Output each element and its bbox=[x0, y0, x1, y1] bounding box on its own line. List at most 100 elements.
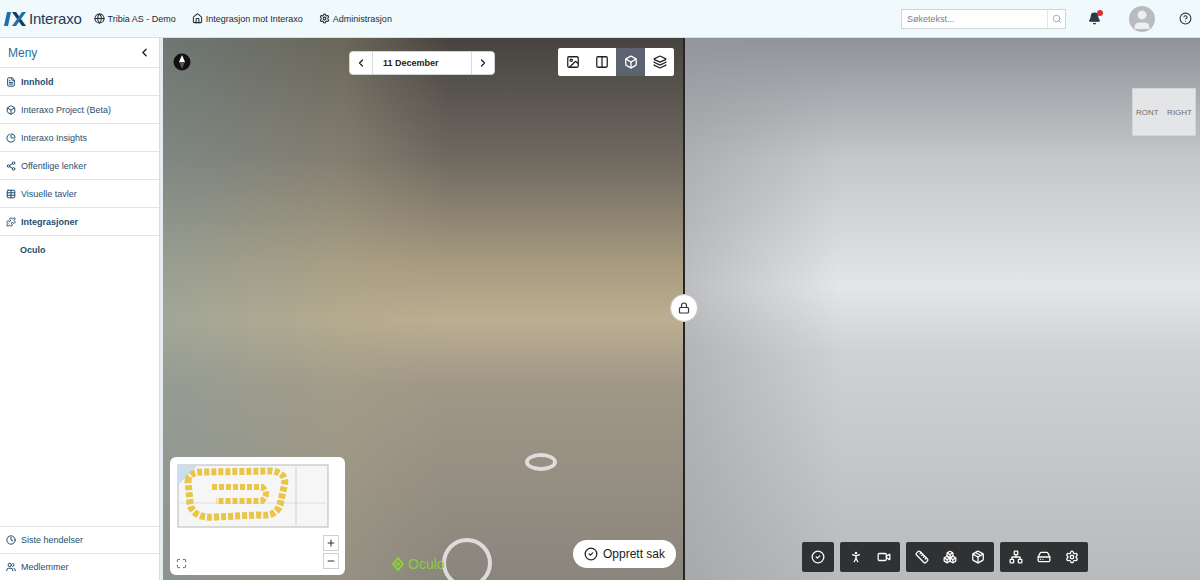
nav-hotspot[interactable] bbox=[442, 538, 492, 580]
sidebar-item-icon bbox=[6, 133, 16, 143]
chevron-right-icon bbox=[477, 57, 489, 69]
tool-button[interactable] bbox=[842, 542, 870, 572]
minus-icon bbox=[326, 556, 336, 566]
fullscreen-button[interactable] bbox=[176, 558, 187, 569]
create-issue-icon bbox=[584, 547, 598, 561]
footer-item-icon bbox=[6, 535, 16, 545]
view-mode-button[interactable] bbox=[558, 48, 587, 76]
interaxo-logo-icon bbox=[4, 12, 26, 26]
tool-button[interactable] bbox=[1002, 542, 1030, 572]
view-cube[interactable]: RONT RIGHT bbox=[1132, 88, 1196, 136]
tool-group bbox=[840, 542, 900, 572]
minimap bbox=[170, 457, 345, 575]
sidebar-item[interactable]: Interaxo Insights bbox=[0, 124, 159, 152]
nav-item[interactable]: Tribia AS - Demo bbox=[94, 13, 176, 24]
search-input[interactable] bbox=[902, 10, 1047, 28]
top-nav: Tribia AS - Demo Integrasjon mot Interaxo… bbox=[94, 13, 392, 24]
help-button[interactable] bbox=[1179, 12, 1192, 25]
zoom-out-button[interactable] bbox=[323, 553, 339, 569]
tool-group bbox=[802, 542, 834, 572]
tool-button[interactable] bbox=[804, 542, 832, 572]
chevron-left-icon bbox=[355, 57, 367, 69]
nav-icon bbox=[192, 13, 203, 24]
tool-icon bbox=[1037, 550, 1051, 564]
oculo-logo-icon bbox=[391, 557, 405, 571]
next-date-button[interactable] bbox=[472, 52, 494, 74]
view-mode-button[interactable] bbox=[645, 48, 674, 76]
view-cube-face[interactable]: RIGHT bbox=[1167, 108, 1192, 117]
tool-icon bbox=[971, 550, 985, 564]
tool-icon bbox=[915, 550, 929, 564]
floor-plan-icon[interactable] bbox=[176, 463, 336, 535]
view-cube-face[interactable]: RONT bbox=[1136, 108, 1159, 117]
create-issue-button[interactable]: Opprett sak bbox=[573, 540, 676, 568]
fullscreen-icon bbox=[176, 558, 187, 569]
zoom-in-button[interactable] bbox=[323, 535, 339, 551]
tool-icon bbox=[877, 550, 891, 564]
date-field[interactable]: 11 December bbox=[372, 52, 472, 74]
user-avatar[interactable] bbox=[1129, 6, 1155, 32]
photo-panel[interactable]: 11 December Oculo Opprett sak bbox=[163, 38, 683, 580]
viewer: 11 December Oculo Opprett sak RONT RIGHT bbox=[163, 38, 1200, 580]
sidebar-item[interactable]: Visuelle tavler bbox=[0, 180, 159, 208]
sidebar-footer: Siste hendelserMedlemmer bbox=[0, 526, 159, 580]
sidebar-item-icon bbox=[6, 77, 16, 87]
tool-icon bbox=[811, 550, 825, 564]
nav-icon bbox=[319, 13, 330, 24]
notifications-button[interactable] bbox=[1088, 12, 1101, 25]
lock-icon bbox=[678, 302, 690, 314]
search-icon bbox=[1052, 14, 1062, 24]
top-actions bbox=[901, 6, 1194, 32]
tool-group bbox=[1000, 542, 1088, 572]
tool-button[interactable] bbox=[936, 542, 964, 572]
collapse-button[interactable] bbox=[138, 46, 151, 59]
tool-group bbox=[906, 542, 994, 572]
tool-icon bbox=[849, 550, 863, 564]
tool-icon bbox=[1065, 550, 1079, 564]
view-mode-button[interactable] bbox=[616, 48, 645, 76]
nav-item[interactable]: Integrasjon mot Interaxo bbox=[192, 13, 303, 24]
sidebar-item-icon bbox=[6, 217, 16, 227]
sidebar-item[interactable]: Integrasjoner bbox=[0, 208, 159, 236]
tool-button[interactable] bbox=[870, 542, 898, 572]
tool-button[interactable] bbox=[1030, 542, 1058, 572]
sidebar-header: Meny bbox=[0, 38, 159, 68]
sidebar-item[interactable]: Offentlige lenker bbox=[0, 152, 159, 180]
previous-date-button[interactable] bbox=[350, 52, 372, 74]
tool-button[interactable] bbox=[964, 542, 992, 572]
sidebar-item[interactable]: Oculo bbox=[0, 236, 159, 264]
sidebar-footer-item[interactable]: Siste hendelser bbox=[0, 526, 159, 553]
nav-item[interactable]: Administrasjon bbox=[319, 13, 392, 24]
chevron-left-icon bbox=[138, 46, 151, 59]
sidebar-item-icon bbox=[6, 161, 16, 171]
unread-badge bbox=[1097, 10, 1103, 16]
date-navigator: 11 December bbox=[349, 51, 495, 75]
view-mode-toolbar bbox=[558, 48, 674, 76]
zoom-controls bbox=[323, 535, 339, 569]
top-bar: Interaxo Tribia AS - Demo Integrasjon mot … bbox=[0, 0, 1200, 38]
search-button[interactable] bbox=[1047, 10, 1065, 28]
view-mode-icon bbox=[595, 55, 609, 69]
sidebar-item-icon bbox=[6, 189, 16, 199]
model-panel[interactable]: RONT RIGHT bbox=[685, 38, 1200, 580]
minimap-controls bbox=[176, 535, 339, 569]
help-icon bbox=[1179, 12, 1192, 25]
nav-hotspot[interactable] bbox=[525, 453, 557, 471]
view-mode-icon bbox=[624, 55, 638, 69]
nav-icon bbox=[94, 13, 105, 24]
sync-lock-button[interactable] bbox=[670, 294, 698, 322]
logo[interactable]: Interaxo bbox=[4, 10, 82, 27]
compass-icon[interactable] bbox=[173, 53, 191, 71]
sidebar-item[interactable]: Innhold bbox=[0, 68, 159, 96]
footer-item-icon bbox=[6, 562, 16, 572]
oculo-watermark: Oculo bbox=[391, 556, 445, 572]
sidebar-item[interactable]: Interaxo Project (Beta) bbox=[0, 96, 159, 124]
sidebar-footer-item[interactable]: Medlemmer bbox=[0, 553, 159, 580]
tool-button[interactable] bbox=[1058, 542, 1086, 572]
tool-icon bbox=[1009, 550, 1023, 564]
tool-button[interactable] bbox=[908, 542, 936, 572]
app: Interaxo Tribia AS - Demo Integrasjon mot … bbox=[0, 0, 1200, 580]
sidebar: MenyInnholdInteraxo Project (Beta)Intera… bbox=[0, 38, 160, 580]
plus-icon bbox=[326, 538, 336, 548]
view-mode-button[interactable] bbox=[587, 48, 616, 76]
